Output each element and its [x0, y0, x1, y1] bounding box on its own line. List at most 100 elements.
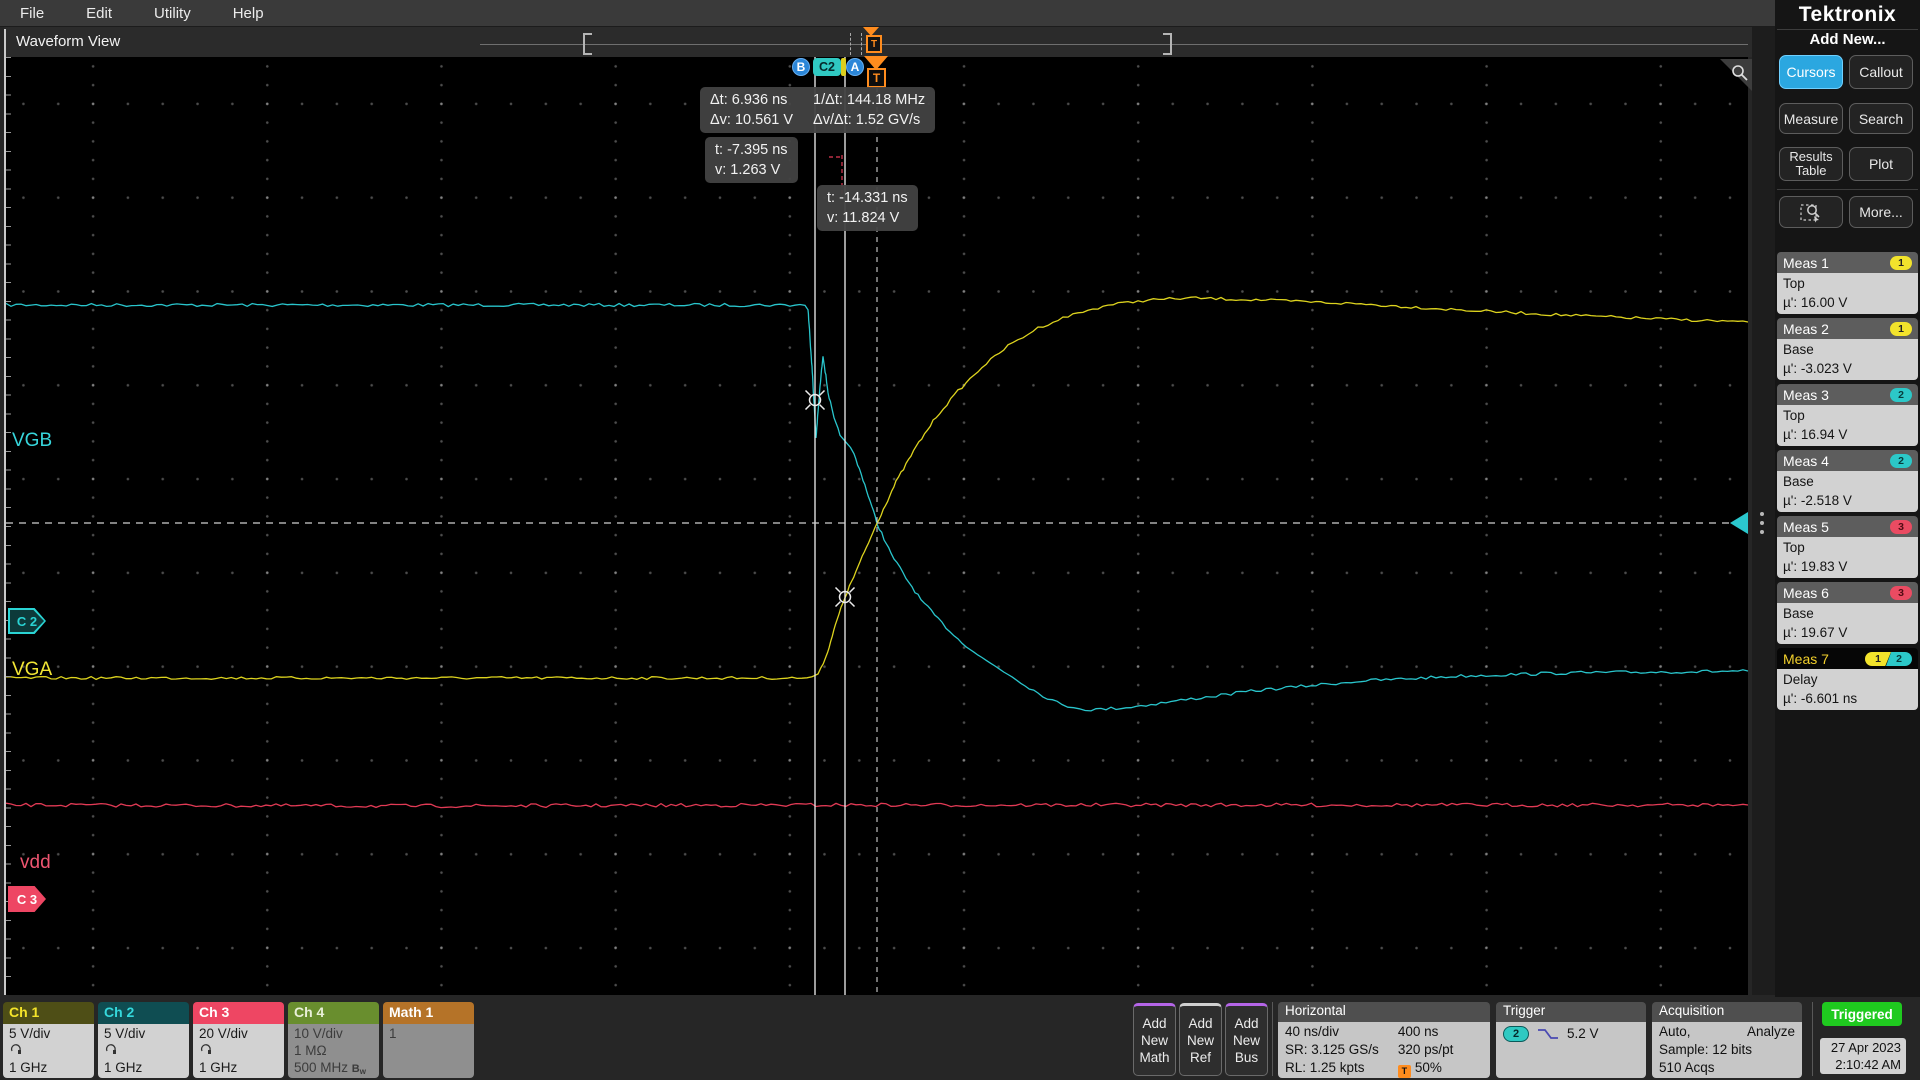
- meas-7-panel[interactable]: Meas 7 12 Delay µ': -6.601 ns: [1777, 648, 1918, 710]
- meas-value: µ': 16.94 V: [1783, 425, 1912, 444]
- h-position: 50%: [1415, 1060, 1442, 1075]
- results-table-button[interactable]: Results Table: [1779, 147, 1843, 181]
- magnifier-icon: [1728, 63, 1750, 85]
- ch-bandwidth: 1 GHz: [199, 1059, 278, 1076]
- ruler-cursor-tick-b: [850, 33, 851, 55]
- meas-value: µ': 19.83 V: [1783, 557, 1912, 576]
- probe-icon: [9, 1042, 24, 1055]
- date: 27 Apr 2023: [1825, 1039, 1901, 1056]
- graticule-left-ticks: [6, 57, 11, 995]
- splitter-handle-dot: [1760, 530, 1764, 534]
- add-new-math-button[interactable]: AddNewMath: [1133, 1003, 1176, 1076]
- cursor-b-badge[interactable]: B: [792, 58, 810, 76]
- add-new-ref-button[interactable]: AddNewRef: [1179, 1003, 1222, 1076]
- plot-button[interactable]: Plot: [1849, 147, 1913, 181]
- source-badge: 2: [1890, 454, 1912, 468]
- ruler-trigger-flag-icon[interactable]: T: [866, 35, 882, 53]
- meas-type: Base: [1783, 604, 1912, 623]
- meas-2-panel[interactable]: Meas 2 1 Base µ': -3.023 V: [1777, 318, 1918, 380]
- cursor-level-arrow-icon[interactable]: [1730, 512, 1748, 534]
- menu-file[interactable]: File: [20, 5, 44, 22]
- label-vgb: VGB: [12, 430, 52, 452]
- cursor-a-time: t: -7.395 ns: [715, 140, 788, 160]
- source-badge: 3: [1890, 586, 1912, 600]
- channel-2-badge[interactable]: Ch 2 5 V/div 1 GHz: [98, 1002, 189, 1078]
- splitter-gutter[interactable]: [1752, 27, 1775, 995]
- meas-type: Base: [1783, 340, 1912, 359]
- cursor-a-readout: t: -7.395 ns v: 1.263 V: [705, 137, 798, 183]
- trigger-panel[interactable]: Trigger 2 5.2 V: [1496, 1002, 1646, 1078]
- channel-1-badge[interactable]: Ch 1 5 V/div 1 GHz: [3, 1002, 94, 1078]
- ch-scale: 5 V/div: [9, 1025, 88, 1042]
- meas-value: µ': -6.601 ns: [1783, 689, 1912, 708]
- h-window: 400 ns: [1398, 1023, 1483, 1041]
- probe-icon: [104, 1042, 119, 1055]
- meas-value: µ': -3.023 V: [1783, 359, 1912, 378]
- probe-icon: [199, 1042, 214, 1055]
- horizontal-panel[interactable]: Horizontal 40 ns/div400 ns SR: 3.125 GS/…: [1278, 1002, 1490, 1078]
- window-title: Waveform View: [16, 33, 120, 50]
- cursor-b-voltage: v: 11.824 V: [827, 208, 908, 228]
- callout-button[interactable]: Callout: [1849, 55, 1913, 89]
- label-vga: VGA: [12, 659, 52, 681]
- cursor-a-badge[interactable]: A: [846, 58, 864, 76]
- meas-6-panel[interactable]: Meas 6 3 Base µ': 19.67 V: [1777, 582, 1918, 644]
- cursor-source-c2-badge[interactable]: C2: [813, 58, 841, 76]
- meas-5-panel[interactable]: Meas 5 3 Top µ': 19.83 V: [1777, 516, 1918, 578]
- menu-utility[interactable]: Utility: [154, 5, 191, 22]
- ch-impedance: 1 MΩ: [294, 1042, 373, 1059]
- channel-3-badge[interactable]: Ch 3 20 V/div 1 GHz: [193, 1002, 284, 1078]
- delta-v: Δv: 10.561 V: [710, 110, 793, 130]
- menu-help[interactable]: Help: [233, 5, 264, 22]
- zoom-select-icon: [1799, 200, 1823, 224]
- meas-value: µ': -2.518 V: [1783, 491, 1912, 510]
- acquisition-panel[interactable]: Acquisition Auto,Analyze Sample: 12 bits…: [1652, 1002, 1802, 1078]
- falling-edge-icon: [1537, 1027, 1559, 1041]
- trace-vdd-ch3: [6, 803, 1748, 807]
- meas-type: Top: [1783, 274, 1912, 293]
- source-badge: 1: [1890, 256, 1912, 270]
- trigger-source-badge: 2: [1503, 1026, 1529, 1042]
- search-button[interactable]: Search: [1849, 103, 1913, 134]
- meas-3-panel[interactable]: Meas 3 2 Top µ': 16.94 V: [1777, 384, 1918, 446]
- zoom-tool-button[interactable]: [1779, 196, 1843, 228]
- splitter-handle-dot: [1760, 521, 1764, 525]
- ch-bandwidth: 1 GHz: [9, 1059, 88, 1076]
- meas-1-panel[interactable]: Meas 1 1 Top µ': 16.00 V: [1777, 252, 1918, 314]
- math-1-badge[interactable]: Math 1 1: [383, 1002, 474, 1078]
- ch-bandwidth: 1 GHz: [104, 1059, 183, 1076]
- source-badge: 2: [1890, 388, 1912, 402]
- math-expression: 1: [389, 1025, 468, 1042]
- meas-4-panel[interactable]: Meas 4 2 Base µ': -2.518 V: [1777, 450, 1918, 512]
- cursor-delta-readout: Δt: 6.936 ns 1/Δt: 144.18 MHz Δv: 10.561…: [700, 87, 935, 133]
- ch-scale: 20 V/div: [199, 1025, 278, 1042]
- meas-type: Base: [1783, 472, 1912, 491]
- cursors-button[interactable]: Cursors: [1779, 55, 1843, 89]
- add-new-heading: Add New...: [1779, 31, 1916, 48]
- meas-type: Delay: [1783, 670, 1912, 689]
- delta-t: Δt: 6.936 ns: [710, 90, 793, 110]
- h-scale: 40 ns/div: [1285, 1023, 1398, 1041]
- meas-value: µ': 19.67 V: [1783, 623, 1912, 642]
- bottombar-divider: [1272, 1002, 1273, 1076]
- trigger-status-badge[interactable]: Triggered: [1822, 1002, 1902, 1026]
- cursor-b-readout: t: -14.331 ns v: 11.824 V: [817, 185, 918, 231]
- add-new-bus-button[interactable]: AddNewBus: [1225, 1003, 1268, 1076]
- time: 2:10:42 AM: [1825, 1056, 1901, 1073]
- channel-4-badge[interactable]: Ch 4 10 V/div 1 MΩ 500 MHz Bw: [288, 1002, 379, 1078]
- trigger-flag-icon[interactable]: T: [867, 68, 886, 88]
- acq-analyze: Analyze: [1747, 1023, 1795, 1041]
- slope: Δv/Δt: 1.52 GV/s: [813, 110, 925, 130]
- measure-button[interactable]: Measure: [1779, 103, 1843, 134]
- tektronix-logo: Tektronix: [1779, 3, 1916, 27]
- trigger-level: 5.2 V: [1567, 1025, 1599, 1043]
- label-vdd: vdd: [20, 852, 51, 874]
- h-resolution: 320 ps/pt: [1398, 1041, 1483, 1059]
- more-button[interactable]: More...: [1849, 196, 1913, 228]
- inverse-delta-t: 1/Δt: 144.18 MHz: [813, 90, 925, 110]
- datetime-display: 27 Apr 2023 2:10:42 AM: [1820, 1038, 1906, 1074]
- sidebar-divider: [1777, 29, 1918, 30]
- bw-limit-badge: Bw: [352, 1063, 366, 1075]
- h-record-length: RL: 1.25 kpts: [1285, 1059, 1398, 1078]
- menu-edit[interactable]: Edit: [86, 5, 112, 22]
